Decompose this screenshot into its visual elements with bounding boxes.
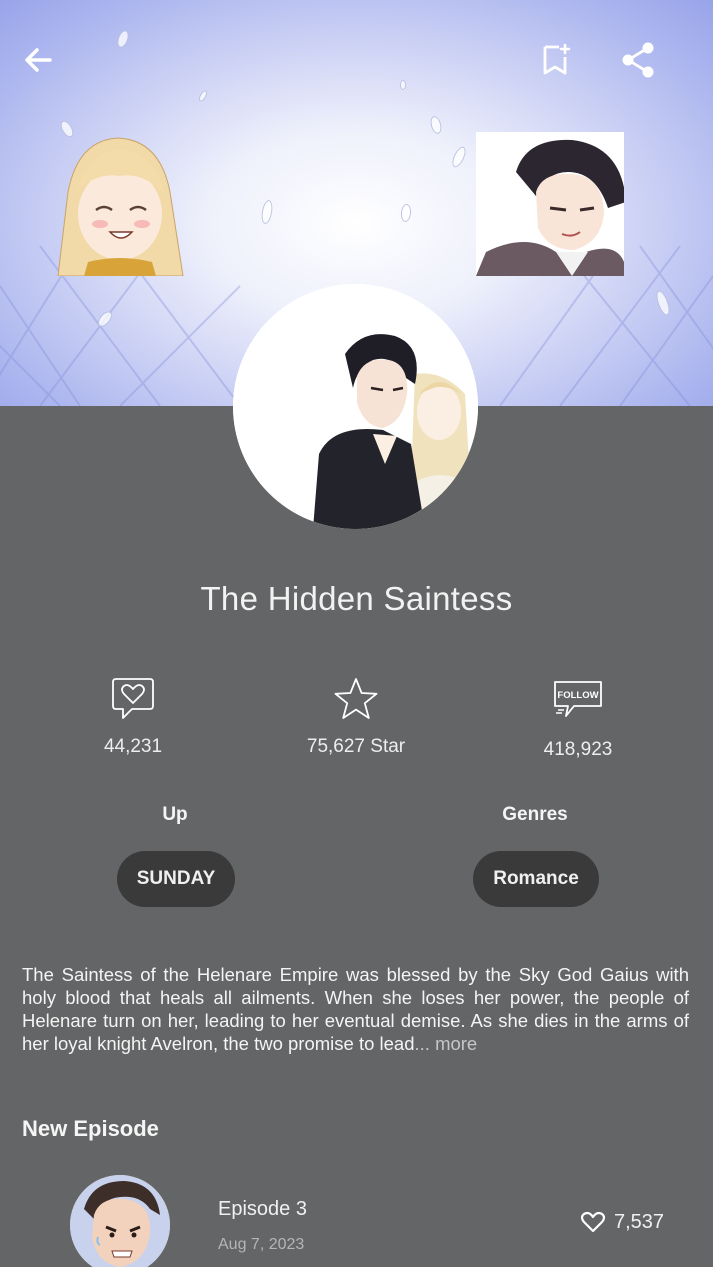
series-cover-image [233, 284, 478, 529]
series-description: The Saintess of the Helenare Empire was … [22, 963, 689, 1055]
heart-icon [580, 1211, 606, 1233]
new-episode-heading: New Episode [22, 1116, 159, 1141]
series-title: The Hidden Saintess [200, 580, 513, 617]
comments-count: 44,231 [103, 736, 163, 757]
comment-heart-icon [112, 678, 154, 719]
episode-likes: 7,537 [580, 1210, 664, 1234]
bookmark-add-icon [543, 43, 571, 75]
description-ellipsis: ... [414, 1033, 430, 1054]
up-day-badge[interactable]: SUNDAY [117, 851, 235, 907]
follow-icon: FOLLOW [554, 681, 602, 717]
share-button[interactable] [618, 40, 658, 80]
star-icon [334, 678, 378, 719]
arrow-left-icon [25, 48, 52, 72]
episode-date: Aug 7, 2023 [218, 1236, 305, 1253]
description-text: The Saintess of the Helenare Empire was … [22, 964, 689, 1054]
comments-stat[interactable]: 44,231 [43, 674, 223, 758]
stars-count: 75,627 Star [306, 736, 406, 757]
follows-count: 418,923 [543, 739, 613, 760]
banner-character-left [48, 132, 188, 276]
banner-character-right [476, 132, 624, 276]
share-icon [622, 42, 654, 78]
more-link[interactable]: more [435, 1033, 477, 1054]
follow-icon-text: FOLLOW [557, 690, 598, 701]
episode-thumbnail [70, 1175, 170, 1267]
back-button[interactable] [18, 40, 58, 80]
up-day-label: Up [162, 804, 188, 825]
bookmark-button[interactable] [535, 40, 575, 80]
episode-title: Episode 3 [218, 1198, 307, 1220]
episode-likes-count: 7,537 [614, 1210, 665, 1233]
episode-list-item[interactable]: Episode 3 Aug 7, 2023 7,537 [0, 1170, 713, 1267]
genre-badge[interactable]: Romance [473, 851, 599, 907]
stars-stat[interactable]: 75,627 Star [266, 674, 446, 758]
genres-label: Genres [502, 804, 568, 825]
follows-stat[interactable]: FOLLOW 418,923 [488, 674, 668, 761]
